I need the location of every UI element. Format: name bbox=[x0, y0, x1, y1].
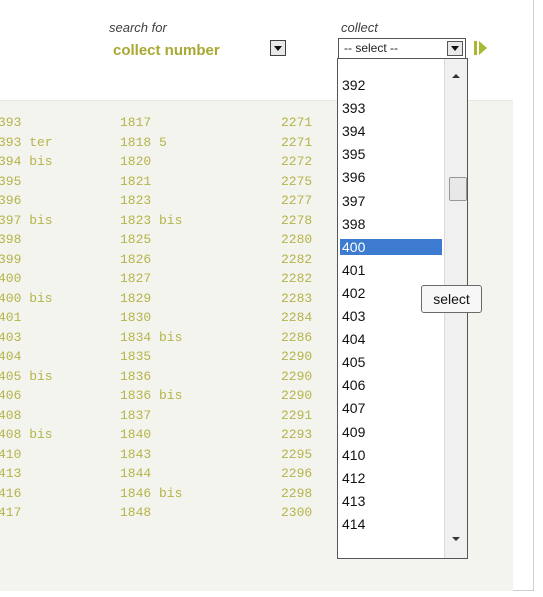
table-cell: 1825 bbox=[120, 232, 152, 247]
scroll-thumb[interactable] bbox=[449, 177, 467, 201]
dropdown-option[interactable]: 413 bbox=[342, 493, 365, 509]
table-cell: 405 bis bbox=[0, 368, 53, 384]
select-tooltip: select bbox=[421, 285, 482, 313]
table-cell: 1821 bbox=[120, 173, 152, 189]
table-cell: 403 bbox=[0, 329, 22, 345]
table-cell: 400 bis bbox=[0, 290, 53, 306]
table-cell: 1820 bbox=[120, 154, 152, 169]
table-cell: 1823 bbox=[120, 193, 152, 208]
table-cell: 2293 bbox=[281, 427, 313, 442]
dropdown-option[interactable]: 401 bbox=[342, 262, 365, 278]
table-cell: 2271 bbox=[281, 115, 313, 130]
table-cell: 1823 bis bbox=[120, 212, 183, 228]
search-dropdown-button[interactable] bbox=[270, 40, 286, 56]
table-cell: 393 bbox=[0, 115, 22, 130]
table-cell: 2284 bbox=[281, 310, 313, 325]
table-cell: 416 bbox=[0, 485, 22, 501]
table-cell: 2300 bbox=[281, 505, 313, 520]
table-cell: 1848 bbox=[120, 505, 152, 520]
table-cell: 2275 bbox=[281, 173, 313, 189]
table-cell: 1826 bbox=[120, 251, 152, 267]
table-cell: 2290 bbox=[281, 388, 313, 403]
dropdown-option[interactable]: 407 bbox=[342, 400, 365, 416]
table-cell: 400 bbox=[0, 271, 22, 286]
dropdown-option[interactable]: 409 bbox=[342, 424, 365, 440]
dropdown-option[interactable]: 403 bbox=[342, 308, 365, 324]
table-cell: 2298 bbox=[281, 485, 313, 501]
table-cell: 1846 bis bbox=[120, 485, 183, 501]
dropdown-option[interactable]: 393 bbox=[342, 100, 365, 116]
table-cell: 2277 bbox=[281, 193, 313, 208]
table-cell: 1830 bbox=[120, 310, 152, 325]
table-cell: 2296 bbox=[281, 466, 313, 481]
table-cell: 1818 5 bbox=[120, 134, 167, 150]
collect-select-value: -- select -- bbox=[344, 41, 398, 55]
dropdown-option[interactable]: 400 bbox=[340, 238, 442, 255]
table-cell: 408 bis bbox=[0, 427, 53, 442]
table-cell: 408 bbox=[0, 407, 22, 423]
table-cell: 2272 bbox=[281, 154, 313, 169]
table-cell: 401 bbox=[0, 310, 22, 325]
table-cell: 1829 bbox=[120, 290, 152, 306]
table-cell: 1844 bbox=[120, 466, 152, 481]
collect-select[interactable]: -- select -- bbox=[338, 38, 466, 59]
play-icon[interactable] bbox=[474, 40, 488, 56]
table-cell: 2286 bbox=[281, 329, 313, 345]
table-cell: 1843 bbox=[120, 446, 152, 462]
table-cell: 393 ter bbox=[0, 134, 53, 150]
table-cell: 396 bbox=[0, 193, 22, 208]
table-cell: 1840 bbox=[120, 427, 152, 442]
table-cell: 2278 bbox=[281, 212, 313, 228]
table-cell: 1827 bbox=[120, 271, 152, 286]
table-cell: 395 bbox=[0, 173, 22, 189]
table-cell: 2280 bbox=[281, 232, 313, 247]
table-cell: 2290 bbox=[281, 368, 313, 384]
dropdown-option[interactable]: 392 bbox=[342, 77, 365, 93]
table-cell: 2282 bbox=[281, 251, 313, 267]
dropdown-option[interactable]: 402 bbox=[342, 285, 365, 301]
table-cell: 2283 bbox=[281, 290, 313, 306]
collect-label: collect bbox=[341, 20, 378, 35]
dropdown-option[interactable]: 412 bbox=[342, 470, 365, 486]
table-cell: 2295 bbox=[281, 446, 313, 462]
chevron-down-icon[interactable] bbox=[447, 41, 463, 56]
table-cell: 1836 bbox=[120, 368, 152, 384]
dropdown-option[interactable]: 395 bbox=[342, 146, 365, 162]
table-cell: 404 bbox=[0, 349, 22, 364]
dropdown-option[interactable]: 406 bbox=[342, 377, 365, 393]
table-cell: 2291 bbox=[281, 407, 313, 423]
table-cell: 2271 bbox=[281, 134, 313, 150]
table-cell: 1837 bbox=[120, 407, 152, 423]
table-cell: 1817 bbox=[120, 115, 152, 130]
table-cell: 2282 bbox=[281, 271, 313, 286]
dropdown-option[interactable]: 396 bbox=[342, 169, 365, 185]
table-cell: 399 bbox=[0, 251, 22, 267]
table-cell: 398 bbox=[0, 232, 22, 247]
table-cell: 1834 bis bbox=[120, 329, 183, 345]
dropdown-option[interactable]: 398 bbox=[342, 216, 365, 232]
page-frame: search for collect number collect -- sel… bbox=[0, 0, 534, 591]
search-for-label: search for bbox=[109, 20, 167, 35]
dropdown-option[interactable]: 394 bbox=[342, 123, 365, 139]
dropdown-option[interactable]: 414 bbox=[342, 516, 365, 532]
table-cell: 1835 bbox=[120, 349, 152, 364]
scroll-down-icon[interactable] bbox=[452, 537, 460, 541]
table-cell: 2290 bbox=[281, 349, 313, 364]
table-cell: 394 bis bbox=[0, 154, 53, 169]
table-cell: 397 bis bbox=[0, 212, 53, 228]
table-cell: 413 bbox=[0, 466, 22, 481]
dropdown-option[interactable]: 405 bbox=[342, 354, 365, 370]
table-cell: 406 bbox=[0, 388, 22, 403]
table-cell: 417 bbox=[0, 505, 22, 520]
table-cell: 410 bbox=[0, 446, 22, 462]
search-field-value: collect number bbox=[113, 42, 220, 59]
dropdown-option[interactable]: 410 bbox=[342, 447, 365, 463]
scroll-up-icon[interactable] bbox=[452, 74, 460, 78]
table-cell: 1836 bis bbox=[120, 388, 183, 403]
dropdown-option[interactable]: 397 bbox=[342, 193, 365, 209]
dropdown-option[interactable]: 404 bbox=[342, 331, 365, 347]
